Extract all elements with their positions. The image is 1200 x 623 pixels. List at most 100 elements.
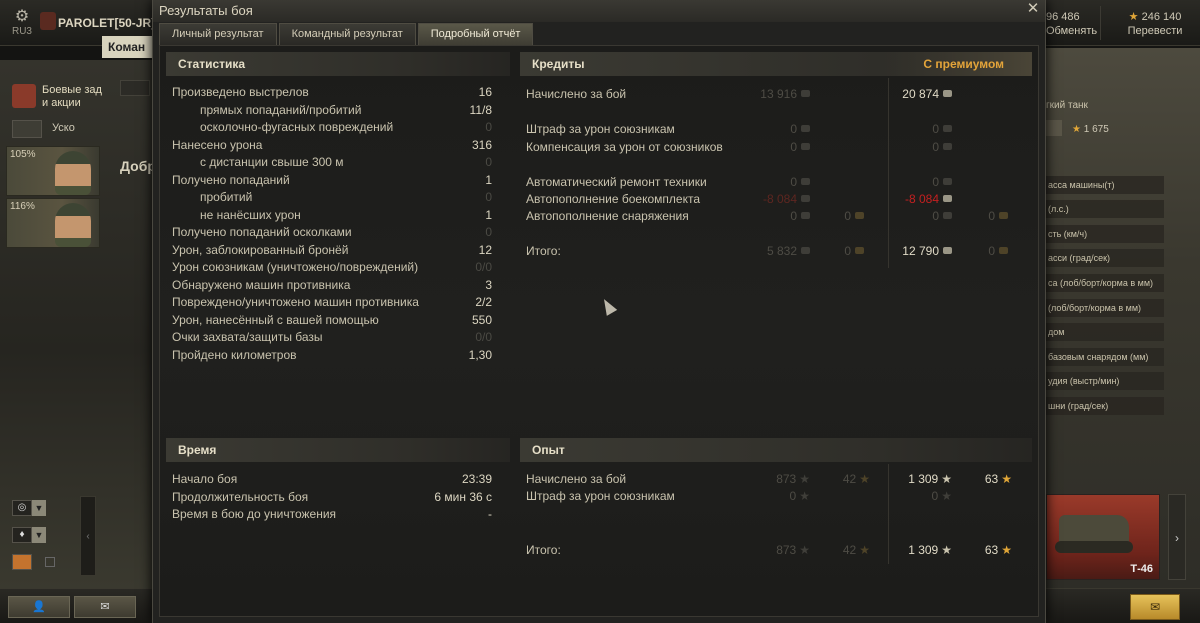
stat-row: Получено попаданий 1 [172, 172, 492, 189]
stat-value: 3 [485, 277, 492, 292]
exchange-link[interactable]: Обменять [1046, 24, 1097, 38]
stat-value: 0 [485, 120, 492, 134]
server-menu[interactable]: ⚙ RU3 [6, 6, 38, 37]
chevron-down-icon[interactable]: ▼ [32, 527, 46, 543]
tank-stat: базовым снарядом (мм) [1046, 348, 1164, 366]
time-value: 6 мин 36 с [434, 489, 492, 504]
filter-selector[interactable]: ♦ ▼ [12, 527, 62, 543]
tank-track [1055, 541, 1133, 553]
tank-stat: са (лоб/борт/корма в мм) [1046, 274, 1164, 292]
tank-price-value: 1 675 [1083, 124, 1109, 135]
free-experience-value: 42 ★ [780, 471, 870, 488]
stat-label: Урон, нанесённый с вашей помощью [172, 312, 379, 327]
crew-member-card[interactable]: 105% [6, 146, 100, 196]
stat-label: Нанесено урона [172, 137, 263, 152]
stat-value: 0 [485, 155, 492, 169]
stat-row: Пройдено километров 1,30 [172, 347, 492, 364]
tab-team-result[interactable]: Командный результат [278, 23, 416, 45]
time-value: - [488, 507, 492, 521]
tank-stat: удия (выстр/мин) [1046, 372, 1164, 390]
gold-amount: 246 140 [1141, 11, 1182, 23]
stat-row: Урон союзникам (уничтожено/повреждений) 0… [172, 259, 492, 276]
stat-value: 0 [485, 190, 492, 204]
stat-value: 550 [471, 312, 492, 327]
results-tabs: Личный результат Командный результат Под… [159, 23, 535, 45]
xp-star-icon: ★ [941, 489, 952, 503]
tank-carousel-card[interactable]: Т-46 [1046, 494, 1160, 580]
gold-number: 0 [988, 244, 995, 258]
notifications-button[interactable]: ✉ [1130, 594, 1180, 620]
credits-label-text: Начислено за бой [526, 87, 627, 101]
stat-row: Повреждено/уничтожено машин противника 2/… [172, 294, 492, 311]
gold-number: 0 [844, 209, 851, 223]
stat-row: Получено попаданий осколками 0 [172, 224, 492, 241]
crew-portrait [55, 203, 91, 247]
gold-icon [999, 212, 1008, 219]
carousel-left-arrow[interactable]: ‹ [80, 496, 96, 576]
stat-label: Пройдено километров [172, 347, 297, 362]
transfer-link[interactable]: Перевести [1110, 24, 1200, 38]
credits-number: 0 [932, 140, 939, 154]
stat-value: 16 [478, 85, 492, 99]
chat-button[interactable]: ✉ [74, 596, 136, 618]
credits-number: 13 916 [760, 87, 797, 101]
medal-icon[interactable] [12, 120, 42, 138]
carousel-right-arrow[interactable]: › [1168, 494, 1186, 580]
missions-link[interactable]: Боевые зад и акции [12, 84, 102, 110]
tank-stat: шни (град/сек) [1046, 397, 1164, 415]
stat-label: не нанёсших урон [200, 207, 301, 222]
tab-personal-result[interactable]: Личный результат [159, 23, 277, 45]
stat-label: пробитий [200, 190, 253, 204]
credits-number: 5 832 [766, 244, 797, 258]
stat-label: осколочно-фугасных повреждений [200, 120, 394, 134]
experience-value: 0 ★ [720, 488, 810, 505]
credits-number: -8 084 [762, 192, 797, 206]
contacts-button[interactable]: 👤 [8, 596, 70, 618]
accelerate-crew-label[interactable]: Уско [52, 122, 75, 134]
experience-title: Опыт [532, 443, 565, 457]
time-label: Время в бою до уничтожения [172, 507, 337, 521]
gold-icon [999, 247, 1008, 254]
credits-value: 0 [720, 208, 810, 225]
free-xp-star-icon: ★ [1001, 543, 1012, 557]
stat-row: осколочно-фугасных повреждений 0 [172, 119, 492, 136]
battle-results-window: Результаты боя ✕ Личный результат Команд… [152, 0, 1046, 623]
credits-value: 0 [862, 208, 952, 225]
close-icon[interactable]: ✕ [1025, 0, 1041, 18]
silver-icon [943, 125, 952, 132]
chevron-down-icon[interactable]: ▼ [32, 500, 46, 516]
silver-icon [801, 212, 810, 219]
credits-header: Кредиты С премиумом [520, 52, 1032, 76]
tank-type: гкий танк [1046, 100, 1088, 111]
silver-icon [943, 143, 952, 150]
tank-stat: дом [1046, 323, 1164, 341]
channel-selector[interactable]: ◎ ▼ [12, 500, 62, 516]
stat-row: Очки захвата/защиты базы 0/0 [172, 329, 492, 346]
silver-icon [801, 125, 810, 132]
filter-checkbox[interactable] [45, 557, 56, 567]
credits-number: -8 084 [904, 192, 939, 206]
experience-header: Опыт [520, 438, 1032, 462]
credits-label-text: Автопополнение снаряжения [526, 209, 689, 223]
crew-member-card[interactable]: 116% [6, 198, 100, 248]
gold-block[interactable]: ★ 246 140 Перевести [1110, 10, 1200, 38]
player-name[interactable]: PAROLET[50-JR] [58, 16, 155, 30]
tab-detailed-report[interactable]: Подробный отчёт [417, 23, 534, 45]
stat-row: пробитий 0 [172, 189, 492, 206]
research-button[interactable] [1046, 120, 1062, 136]
credits-number: 0 [932, 209, 939, 223]
nation-filter[interactable] [12, 554, 62, 570]
time-value: 23:39 [461, 472, 492, 486]
stat-value: 0 [485, 225, 492, 239]
stat-label: Урон союзникам (уничтожено/повреждений) [172, 260, 419, 274]
statistics-title: Статистика [178, 57, 246, 71]
commands-tab[interactable]: Коман [102, 36, 152, 58]
tank-stat: (лоб/борт/корма в мм) [1046, 299, 1164, 317]
gold-value: 0 [824, 243, 864, 260]
message-icon: ✉ [1149, 600, 1161, 614]
divider [1100, 6, 1101, 40]
stat-label: прямых попаданий/пробитий [200, 102, 362, 117]
credits-title: Кредиты [532, 57, 585, 71]
tank-name: Т-46 [1130, 563, 1153, 575]
credits-block[interactable]: 96 486 Обменять [1046, 10, 1097, 38]
